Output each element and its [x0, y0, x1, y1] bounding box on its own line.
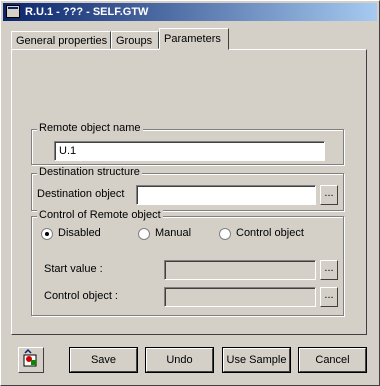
start-value-label: Start value :	[44, 263, 103, 275]
window-icon	[6, 5, 20, 18]
radio-disabled-label[interactable]: Disabled	[58, 227, 101, 239]
radio-manual-label[interactable]: Manual	[155, 227, 191, 239]
radio-control-object-label[interactable]: Control object	[236, 227, 304, 239]
destination-object-input[interactable]	[136, 185, 316, 205]
control-object-label: Control object :	[44, 290, 118, 302]
destination-browse-button[interactable]: ...	[320, 185, 338, 205]
destination-group-label: Destination structure	[37, 166, 142, 178]
undo-button[interactable]: Undo	[146, 348, 213, 372]
start-value-browse-button[interactable]: ...	[320, 260, 338, 280]
tab-groups[interactable]: Groups	[111, 31, 159, 49]
title-bar[interactable]: R.U.1 - ??? - SELF.GTW	[3, 3, 377, 21]
radio-manual[interactable]	[138, 228, 150, 240]
destination-object-label: Destination object	[37, 188, 125, 200]
control-group-label: Control of Remote object	[37, 209, 163, 221]
control-object-input[interactable]	[164, 287, 316, 307]
tab-general-properties[interactable]: General properties	[11, 31, 111, 49]
tab-parameters[interactable]: Parameters	[159, 28, 229, 50]
objects-tool-button[interactable]	[18, 347, 44, 373]
use-sample-button[interactable]: Use Sample	[223, 348, 290, 372]
remote-object-name-input[interactable]: U.1	[54, 141, 325, 161]
radio-disabled[interactable]	[41, 228, 53, 240]
window-title: R.U.1 - ??? - SELF.GTW	[25, 6, 149, 18]
control-object-browse-button[interactable]: ...	[320, 287, 338, 307]
remote-object-group-label: Remote object name	[37, 122, 143, 134]
remote-object-name-value: U.1	[59, 145, 77, 157]
dialog-window: R.U.1 - ??? - SELF.GTW General propertie…	[0, 0, 380, 386]
objects-icon	[23, 348, 37, 367]
save-button[interactable]: Save	[70, 348, 137, 372]
start-value-input[interactable]	[164, 260, 316, 280]
radio-control-object[interactable]	[219, 228, 231, 240]
cancel-button[interactable]: Cancel	[299, 348, 366, 372]
